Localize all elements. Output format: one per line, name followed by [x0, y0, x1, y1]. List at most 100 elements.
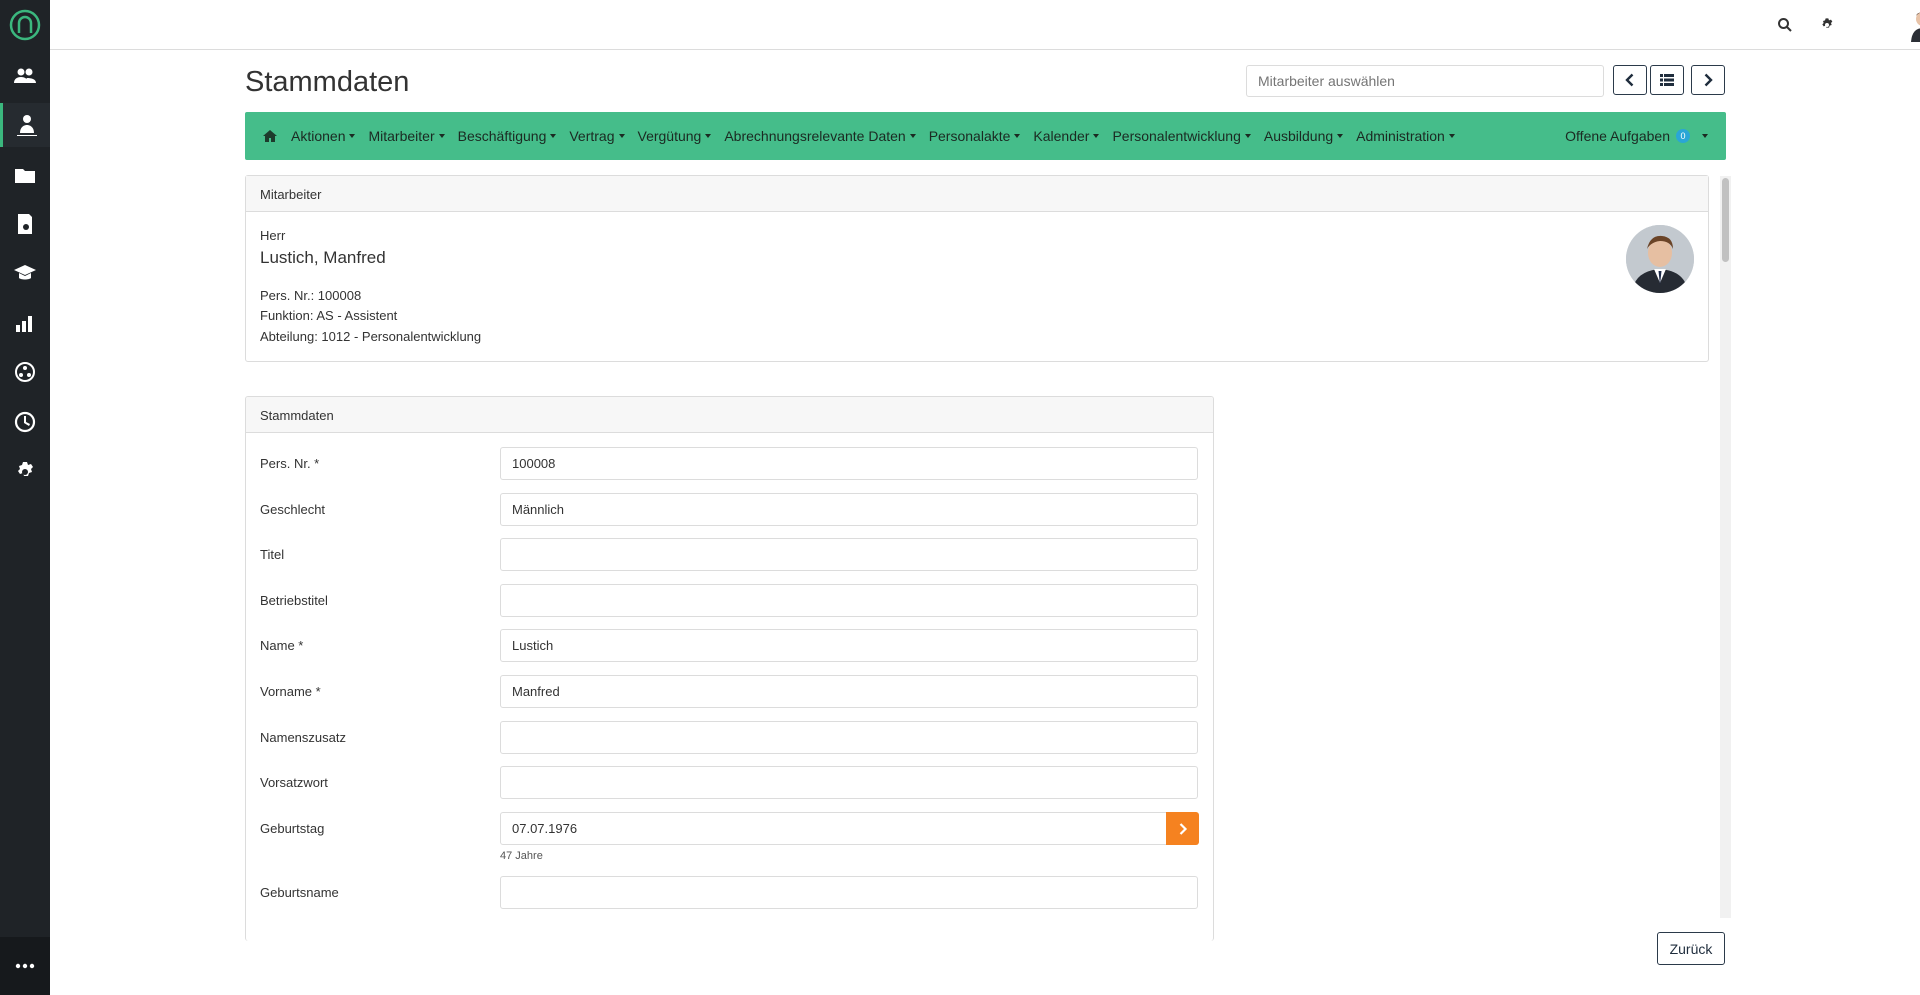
sidebar-item-network[interactable] — [0, 350, 50, 394]
menu-vertrag[interactable]: Vertrag — [569, 128, 625, 144]
name-label: Name * — [260, 638, 304, 653]
menu-abrechnungsrelevante-daten[interactable]: Abrechnungsrelevante Daten — [724, 128, 916, 144]
geburtstag-input[interactable] — [500, 812, 1198, 845]
form-row-name: Name * — [246, 629, 1213, 663]
employee-card-header: Mitarbeiter — [246, 176, 1708, 212]
menu-administration[interactable]: Administration — [1356, 128, 1455, 144]
titel-input[interactable] — [500, 538, 1198, 571]
app-logo-icon[interactable] — [7, 5, 43, 45]
vorsatzwort-label: Vorsatzwort — [260, 775, 328, 790]
betriebstitel-input[interactable] — [500, 584, 1198, 617]
sidebar-item-time[interactable] — [0, 400, 50, 444]
caret-down-icon — [438, 134, 445, 138]
sidebar-item-settings[interactable] — [0, 450, 50, 494]
vorsatzwort-input[interactable] — [500, 766, 1198, 799]
form-row-geburtstag: Geburtstag 47 Jahre — [246, 812, 1213, 872]
caret-down-icon — [1702, 134, 1708, 138]
employee-pers-nr: Pers. Nr.: 100008 — [260, 288, 362, 303]
vorname-label: Vorname * — [260, 684, 321, 699]
employee-name: Lustich, Manfred — [260, 248, 386, 267]
employee-salutation: Herr — [260, 228, 286, 243]
form-row-betriebstitel: Betriebstitel — [246, 584, 1213, 618]
next-employee-button[interactable] — [1691, 65, 1725, 95]
search-button[interactable] — [1774, 14, 1796, 36]
sidebar-item-documents[interactable] — [0, 202, 50, 246]
caret-down-icon — [349, 134, 356, 138]
menu-verguetung[interactable]: Vergütung — [638, 128, 712, 144]
geschlecht-select[interactable] — [500, 493, 1198, 526]
user-avatar[interactable] — [1908, 8, 1920, 42]
employee-list-button[interactable] — [1650, 65, 1684, 95]
geburtsname-input[interactable] — [500, 876, 1198, 909]
scrollbar-thumb[interactable] — [1722, 178, 1729, 262]
caret-down-icon — [1448, 134, 1455, 138]
employee-abteilung: Abteilung: 1012 - Personalentwicklung — [260, 329, 482, 344]
gear-icon — [1822, 18, 1833, 28]
home-button[interactable] — [263, 129, 277, 143]
form-row-titel: Titel — [246, 538, 1213, 572]
employee-select-input[interactable] — [1246, 65, 1604, 97]
vorname-input[interactable] — [500, 675, 1198, 708]
menu-ausbildung[interactable]: Ausbildung — [1264, 128, 1344, 144]
geburtsname-label: Geburtsname — [260, 885, 339, 900]
employee-funktion: Funktion: AS - Assistent — [260, 308, 398, 323]
chevron-left-icon — [1625, 73, 1634, 87]
graduation-cap-icon — [14, 265, 36, 280]
menu-beschaeftigung[interactable]: Beschäftigung — [458, 128, 557, 144]
menu-mitarbeiter[interactable]: Mitarbeiter — [368, 128, 445, 144]
form-row-geschlecht: Geschlecht — [246, 493, 1213, 527]
caret-down-icon — [618, 134, 625, 138]
form-row-geburtsname: Geburtsname — [246, 876, 1213, 910]
sidebar-item-training[interactable] — [0, 251, 50, 295]
caret-down-icon — [1337, 134, 1344, 138]
menu-aktionen[interactable]: Aktionen — [291, 128, 356, 144]
geburtstag-date-button[interactable] — [1166, 812, 1199, 845]
previous-employee-button[interactable] — [1613, 65, 1647, 95]
content-scrollbar[interactable] — [1720, 176, 1731, 918]
namenszusatz-label: Namenszusatz — [260, 730, 346, 745]
search-icon — [1778, 18, 1792, 32]
stammdaten-form-header: Stammdaten — [246, 397, 1213, 433]
more-dots-icon — [15, 963, 35, 969]
geburtstag-label: Geburtstag — [260, 821, 325, 836]
caret-down-icon — [1014, 134, 1021, 138]
sidebar-item-employees[interactable] — [0, 103, 50, 147]
geburtstag-age-hint: 47 Jahre — [500, 850, 543, 862]
namenszusatz-input[interactable] — [500, 721, 1198, 754]
sidebar-item-files[interactable] — [0, 153, 50, 197]
form-row-pers-nr: Pers. Nr. * — [246, 447, 1213, 481]
name-input[interactable] — [500, 629, 1198, 662]
menu-personalakte[interactable]: Personalakte — [929, 128, 1021, 144]
caret-down-icon — [909, 134, 916, 138]
sidebar-item-reports[interactable] — [0, 301, 50, 345]
network-icon — [15, 362, 35, 382]
employee-photo — [1626, 225, 1694, 293]
form-row-vorname: Vorname * — [246, 675, 1213, 709]
home-icon — [263, 130, 277, 142]
open-tasks-label: Offene Aufgaben — [1565, 128, 1670, 144]
open-tasks-badge: 0 — [1676, 129, 1690, 143]
chevron-right-icon — [1704, 73, 1713, 87]
caret-down-icon — [1093, 134, 1100, 138]
menu-personalentwicklung[interactable]: Personalentwicklung — [1112, 128, 1251, 144]
pers-nr-input[interactable] — [500, 447, 1198, 480]
sidebar-more-button[interactable] — [0, 937, 50, 995]
back-button[interactable]: Zurück — [1657, 932, 1725, 965]
users-icon — [14, 68, 36, 83]
menu-kalender[interactable]: Kalender — [1033, 128, 1100, 144]
betriebstitel-label: Betriebstitel — [260, 593, 328, 608]
top-bar — [50, 0, 1920, 50]
settings-button[interactable] — [1816, 14, 1838, 36]
caret-down-icon — [550, 134, 557, 138]
list-icon — [1660, 74, 1674, 86]
titel-label: Titel — [260, 547, 285, 562]
caret-down-icon — [705, 134, 712, 138]
open-tasks-menu[interactable]: Offene Aufgaben 0 — [1565, 112, 1708, 160]
geschlecht-label: Geschlecht — [260, 502, 326, 517]
gear-icon — [18, 462, 33, 476]
page-title: Stammdaten — [245, 66, 410, 98]
document-search-icon — [18, 214, 32, 234]
caret-down-icon — [1244, 134, 1251, 138]
sidebar-item-users[interactable] — [0, 54, 50, 98]
employee-card: Mitarbeiter Herr Lustich, Manfred Pers. … — [245, 175, 1709, 362]
